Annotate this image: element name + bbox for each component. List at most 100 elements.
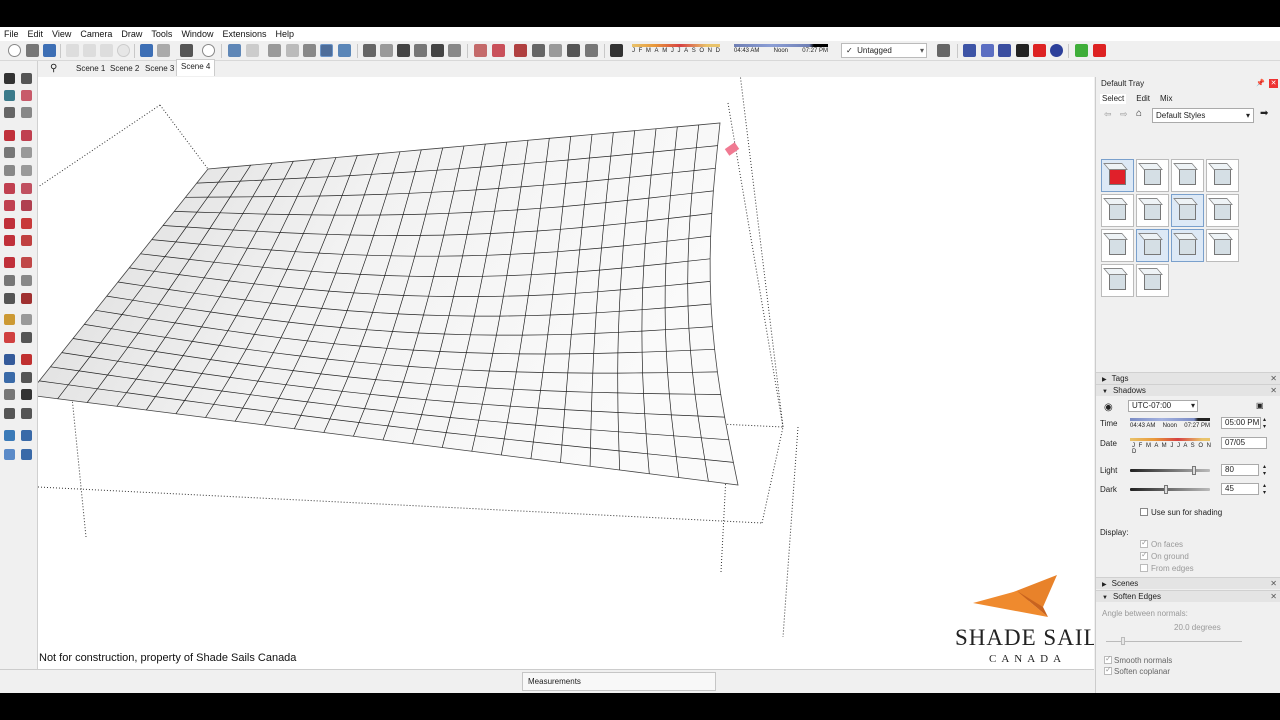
tape-icon[interactable] — [4, 107, 15, 118]
freehand-icon[interactable] — [21, 130, 32, 141]
menu-camera[interactable]: Camera — [80, 29, 112, 39]
shadow-time-slider[interactable]: 04:43 AM Noon 07:27 PM — [734, 44, 830, 58]
rectangle-icon[interactable] — [4, 147, 15, 158]
spinner-icon[interactable]: ▴ ▾ — [1263, 416, 1266, 430]
rotated-rectangle-icon[interactable] — [21, 147, 32, 158]
move-icon[interactable] — [4, 218, 15, 229]
text-3d-icon[interactable] — [21, 314, 32, 325]
erase-icon[interactable] — [117, 44, 130, 57]
new-icon[interactable] — [8, 44, 21, 57]
pan-icon[interactable] — [21, 332, 32, 343]
soften-coplanar-checkbox[interactable] — [1104, 665, 1112, 675]
light-slider[interactable] — [1130, 469, 1210, 472]
iso-camera-icon[interactable] — [363, 44, 376, 57]
orbit-view-icon[interactable] — [4, 332, 15, 343]
axes-icon[interactable] — [21, 293, 32, 304]
xyz-scale-icon[interactable] — [981, 44, 994, 57]
dark-field[interactable]: 45 — [1221, 483, 1259, 495]
iso-view-icon[interactable] — [228, 44, 241, 57]
style-thumbnail[interactable] — [1101, 194, 1134, 227]
shaded-icon[interactable] — [320, 44, 333, 57]
close-icon[interactable]: ✕ — [1270, 578, 1277, 590]
angle-slider[interactable] — [1106, 641, 1242, 642]
stop-icon[interactable] — [1033, 44, 1046, 57]
pin-icon[interactable]: 📌 — [1256, 77, 1265, 90]
style-thumbnail[interactable] — [1206, 194, 1239, 227]
search-icon[interactable]: ⚲ — [50, 63, 57, 74]
style-thumbnail[interactable] — [1171, 159, 1204, 192]
dark-slider-handle[interactable] — [1164, 485, 1168, 494]
save-icon[interactable] — [43, 44, 56, 57]
tape-measure-icon[interactable] — [4, 275, 15, 286]
push-pull-icon[interactable] — [21, 218, 32, 229]
close-icon[interactable]: ✕ — [1269, 79, 1278, 88]
smoove-icon[interactable] — [21, 430, 32, 441]
extension-icon[interactable] — [585, 44, 598, 57]
polygon-icon[interactable] — [21, 165, 32, 176]
zoom-window-icon[interactable] — [4, 372, 15, 383]
tag-color-icon[interactable] — [937, 44, 950, 57]
three-point-arc-icon[interactable] — [21, 200, 32, 211]
orbit-icon[interactable] — [21, 73, 32, 84]
tags-section[interactable]: ▶ Tags ✕ — [1096, 372, 1280, 384]
style-thumbnail[interactable] — [1136, 159, 1169, 192]
paste-icon[interactable] — [100, 44, 113, 57]
undo-icon[interactable] — [140, 44, 153, 57]
drape-icon[interactable] — [21, 449, 32, 460]
style-collection-select[interactable]: Default Styles ▾ — [1152, 108, 1254, 123]
tag-select[interactable]: ✓ Untagged ▾ — [841, 43, 927, 58]
top-view-icon[interactable] — [246, 44, 259, 57]
back-edges-icon[interactable] — [286, 44, 299, 57]
tab-scene-3[interactable]: Scene 3 — [141, 62, 178, 76]
section-icon[interactable] — [4, 314, 15, 325]
sandbox-icon[interactable] — [4, 430, 15, 441]
menu-view[interactable]: View — [52, 29, 71, 39]
tab-mix[interactable]: Mix — [1160, 94, 1172, 104]
date-slider[interactable] — [1130, 438, 1210, 441]
previous-icon[interactable] — [21, 372, 32, 383]
position-camera-icon[interactable] — [4, 408, 15, 419]
light-field[interactable]: 80 — [1221, 464, 1259, 476]
menu-draw[interactable]: Draw — [121, 29, 142, 39]
xray-icon[interactable] — [268, 44, 281, 57]
rotate-icon[interactable] — [4, 235, 15, 246]
section-display-icon[interactable] — [492, 44, 505, 57]
circle-icon[interactable] — [4, 165, 15, 176]
paint-bucket-icon[interactable] — [4, 90, 15, 101]
follow-me-icon[interactable] — [21, 235, 32, 246]
style-thumbnail[interactable] — [1136, 194, 1169, 227]
dark-slider[interactable] — [1130, 488, 1210, 491]
zoom-icon[interactable] — [4, 354, 15, 365]
arc-icon[interactable] — [4, 183, 15, 194]
menu-edit[interactable]: Edit — [28, 29, 44, 39]
details-arrow-icon[interactable]: ➡ — [1260, 108, 1268, 119]
tab-scene-2[interactable]: Scene 2 — [106, 62, 143, 76]
forward-arrow-icon[interactable]: ⇨ — [1120, 109, 1128, 120]
soften-edges-section[interactable]: ▼ Soften Edges ✕ — [1096, 590, 1280, 602]
model-info-icon[interactable] — [202, 44, 215, 57]
time-field[interactable]: 05:00 PM — [1221, 417, 1261, 429]
on-ground-checkbox[interactable] — [1140, 550, 1148, 560]
warehouse-icon[interactable] — [567, 44, 580, 57]
close-icon[interactable]: ✕ — [1270, 385, 1277, 397]
on-faces-checkbox[interactable] — [1140, 538, 1148, 548]
shadow-settings-icon[interactable]: ▣ — [1256, 401, 1264, 410]
zoom-extents-icon[interactable] — [21, 354, 32, 365]
use-sun-checkbox[interactable] — [1140, 508, 1148, 516]
style-thumbnail[interactable] — [1171, 229, 1204, 262]
ruby-icon[interactable] — [1050, 44, 1063, 57]
tab-scene-4[interactable]: Scene 4 — [176, 59, 216, 76]
menu-help[interactable]: Help — [275, 29, 294, 39]
list-icon[interactable] — [1093, 44, 1106, 57]
sandbox-icon[interactable] — [1075, 44, 1088, 57]
menu-window[interactable]: Window — [181, 29, 213, 39]
style-thumbnail[interactable] — [1136, 264, 1169, 297]
style-thumbnail[interactable] — [1101, 264, 1134, 297]
tab-edit[interactable]: Edit — [1136, 94, 1150, 104]
stamp-icon[interactable] — [4, 449, 15, 460]
menu-tools[interactable]: Tools — [151, 29, 172, 39]
style-thumbnail[interactable] — [1101, 229, 1134, 262]
front-view-icon[interactable] — [397, 44, 410, 57]
left-view-icon[interactable] — [448, 44, 461, 57]
xyz-icon[interactable] — [963, 44, 976, 57]
